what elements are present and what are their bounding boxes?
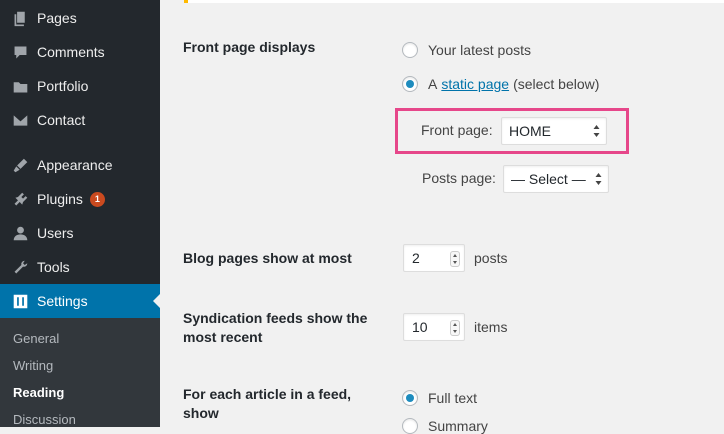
plugins-icon xyxy=(10,189,30,209)
contact-icon xyxy=(10,110,30,130)
users-icon xyxy=(10,223,30,243)
blog-pages-input[interactable]: 2 xyxy=(403,244,465,272)
settings-icon xyxy=(10,291,30,311)
blog-pages-label: Blog pages show at most xyxy=(183,250,352,266)
radio-label: Summary xyxy=(428,418,488,434)
update-count-badge: 1 xyxy=(89,191,105,207)
syndication-input[interactable]: 10 xyxy=(403,313,465,341)
submenu-item-general[interactable]: General xyxy=(13,331,59,346)
syndication-label-line2: most recent xyxy=(183,329,263,345)
appearance-icon xyxy=(10,155,30,175)
select-value: — Select — xyxy=(511,171,586,187)
sidebar-item-label: Settings xyxy=(37,293,88,309)
select-value: HOME xyxy=(509,123,551,139)
sidebar-item-label: Contact xyxy=(37,112,86,128)
posts-page-label: Posts page: xyxy=(422,170,496,186)
radio-static-page[interactable]: A static page (select below) xyxy=(402,76,599,92)
select-arrows-icon xyxy=(593,125,600,137)
number-spinner-icon[interactable] xyxy=(450,320,460,336)
feed-article-label-line1: For each article in a feed, xyxy=(183,386,352,402)
sidebar-item-label: Users xyxy=(37,225,74,241)
sidebar-item-comments[interactable]: Comments xyxy=(0,35,160,69)
front-page-label: Front page: xyxy=(421,122,493,138)
settings-submenu: General Writing Reading Discussion xyxy=(0,318,160,427)
front-page-select[interactable]: HOME xyxy=(501,117,607,145)
radio-button[interactable] xyxy=(402,418,418,434)
front-page-displays-label: Front page displays xyxy=(183,39,316,55)
sidebar-item-label: Portfolio xyxy=(37,78,89,94)
sidebar-item-label: Appearance xyxy=(37,157,113,173)
sidebar-item-appearance[interactable]: Appearance xyxy=(0,148,160,182)
comments-icon xyxy=(10,42,30,62)
reading-settings-panel: Front page displays Your latest posts A … xyxy=(160,0,724,434)
input-value: 10 xyxy=(412,319,428,335)
select-arrows-icon xyxy=(595,173,602,185)
input-value: 2 xyxy=(412,250,420,266)
radio-button[interactable] xyxy=(402,76,418,92)
submenu-item-reading[interactable]: Reading xyxy=(13,385,64,400)
sidebar-item-label: Plugins xyxy=(37,191,83,207)
blog-pages-suffix: posts xyxy=(474,250,508,266)
pages-icon xyxy=(10,8,30,28)
sidebar-item-label: Pages xyxy=(37,10,77,26)
submenu-item-writing[interactable]: Writing xyxy=(13,358,53,373)
notice-box xyxy=(188,0,724,3)
submenu-item-discussion[interactable]: Discussion xyxy=(13,412,76,427)
sidebar-item-users[interactable]: Users xyxy=(0,216,160,250)
radio-button[interactable] xyxy=(402,390,418,406)
number-spinner-icon[interactable] xyxy=(450,251,460,267)
radio-full-text[interactable]: Full text xyxy=(402,390,477,406)
radio-label: Your latest posts xyxy=(428,42,531,58)
sidebar-item-plugins[interactable]: Plugins 1 xyxy=(0,182,160,216)
sidebar-item-tools[interactable]: Tools xyxy=(0,250,160,284)
feed-article-label-line2: show xyxy=(183,405,219,421)
sidebar-item-pages[interactable]: Pages xyxy=(0,1,160,35)
radio-label-prefix: A xyxy=(428,76,438,92)
radio-label-suffix: (select below) xyxy=(513,76,600,92)
static-page-link[interactable]: static page xyxy=(441,76,509,92)
sidebar-item-portfolio[interactable]: Portfolio xyxy=(0,69,160,103)
syndication-label-line1: Syndication feeds show the xyxy=(183,310,368,326)
syndication-suffix: items xyxy=(474,319,508,335)
radio-button[interactable] xyxy=(402,42,418,58)
sidebar-item-label: Tools xyxy=(37,259,70,275)
admin-sidebar: Pages Comments Portfolio Contact Appeara… xyxy=(0,0,161,427)
sidebar-item-label: Comments xyxy=(37,44,105,60)
portfolio-icon xyxy=(10,76,30,96)
posts-page-select[interactable]: — Select — xyxy=(503,165,609,193)
sidebar-item-settings[interactable]: Settings xyxy=(0,284,161,318)
tools-icon xyxy=(10,257,30,277)
sidebar-item-contact[interactable]: Contact xyxy=(0,103,160,137)
radio-latest-posts[interactable]: Your latest posts xyxy=(402,42,531,58)
radio-summary[interactable]: Summary xyxy=(402,418,488,434)
radio-label: Full text xyxy=(428,390,478,406)
